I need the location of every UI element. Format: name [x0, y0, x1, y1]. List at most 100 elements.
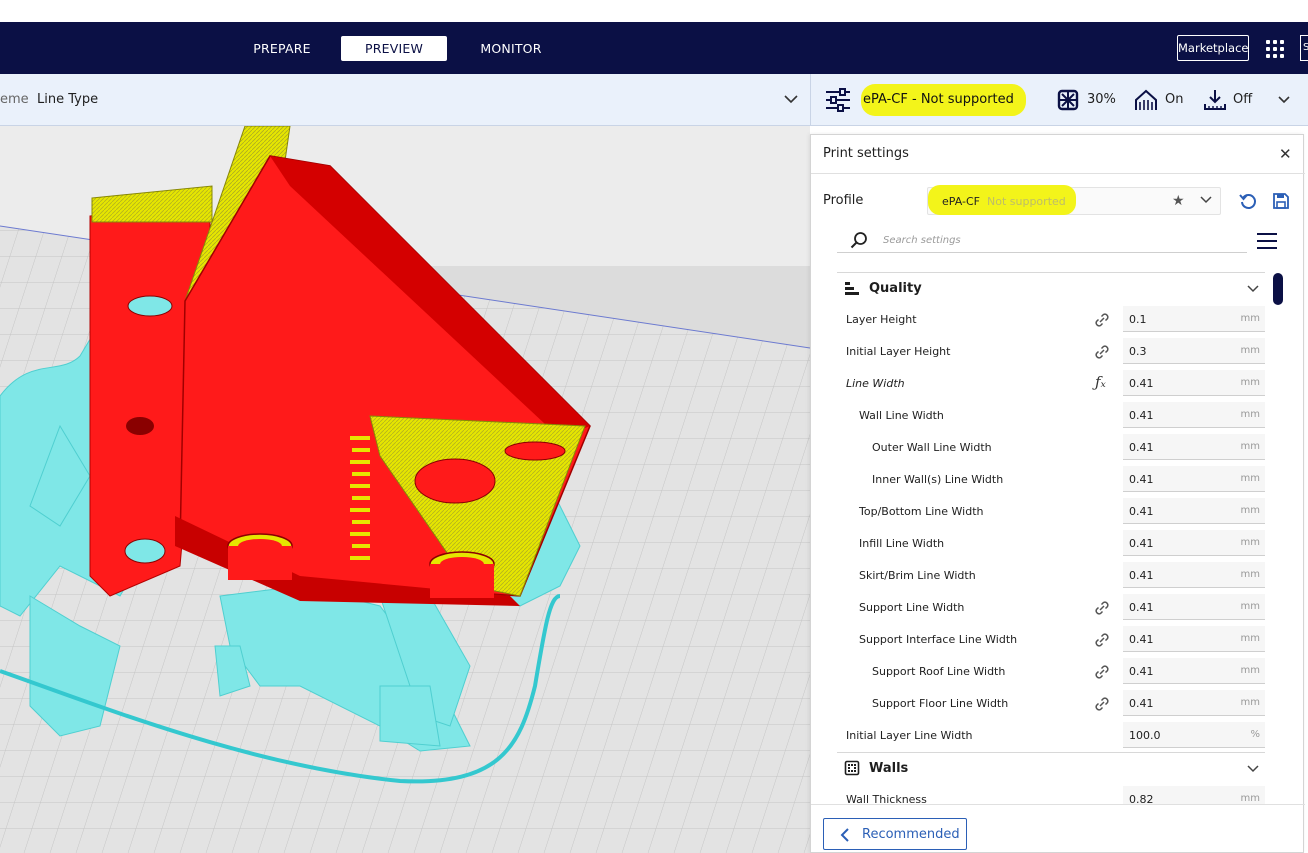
- setting-field[interactable]: 0.41 mm: [1123, 626, 1265, 652]
- setting-unit: mm: [1240, 409, 1260, 420]
- recommended-button[interactable]: Recommended: [823, 818, 967, 850]
- setting-unit: mm: [1240, 601, 1260, 612]
- setting-field[interactable]: 0.1 mm: [1123, 306, 1265, 332]
- star-icon[interactable]: ★: [1172, 193, 1185, 209]
- window-top-strip: [0, 0, 1308, 22]
- chevron-down-icon[interactable]: [1247, 764, 1259, 773]
- infill-value: 30%: [1087, 92, 1116, 107]
- save-icon[interactable]: [1272, 192, 1290, 210]
- link-icon[interactable]: [1093, 631, 1111, 649]
- apps-grid-icon[interactable]: [1265, 39, 1285, 59]
- setting-value: 0.41: [1129, 569, 1154, 582]
- link-icon[interactable]: [1093, 343, 1111, 361]
- search-settings-field[interactable]: Search settings: [837, 227, 1247, 253]
- setting-field[interactable]: 0.82 mm: [1123, 786, 1265, 804]
- print-profile-label[interactable]: ePA-CF - Not supported: [861, 84, 1026, 116]
- setting-label: Layer Height: [846, 313, 917, 326]
- search-input[interactable]: Search settings: [883, 235, 961, 246]
- tab-prepare[interactable]: PREPARE: [241, 36, 323, 61]
- chevron-down-icon[interactable]: [1200, 195, 1212, 205]
- walls-icon: [844, 760, 860, 776]
- setting-field[interactable]: 0.41 mm: [1123, 498, 1265, 524]
- setting-label: Skirt/Brim Line Width: [859, 569, 976, 582]
- category-quality[interactable]: Quality: [837, 272, 1265, 304]
- chevron-down-icon[interactable]: [784, 94, 798, 104]
- setting-label: Support Interface Line Width: [859, 633, 1018, 646]
- stage-header: PREPARE PREVIEW MONITOR Marketplace S: [0, 22, 1308, 74]
- support-value: On: [1165, 92, 1184, 107]
- setting-field[interactable]: 0.41 mm: [1123, 690, 1265, 716]
- sign-in-button[interactable]: S: [1300, 35, 1308, 61]
- chevron-down-icon[interactable]: [1247, 284, 1259, 293]
- color-scheme-bar[interactable]: eme Line Type: [0, 74, 810, 126]
- setting-unit: mm: [1240, 473, 1260, 484]
- link-icon[interactable]: [1093, 695, 1111, 713]
- setting-unit: mm: [1240, 665, 1260, 676]
- setting-field[interactable]: 100.0%: [1123, 722, 1265, 748]
- setting-row: Top/Bottom Line Width 0.41 mm: [837, 496, 1265, 528]
- setting-field[interactable]: 0.41 mm: [1123, 562, 1265, 588]
- profile-dropdown[interactable]: ePA-CF Not supported ★: [927, 185, 1221, 215]
- link-icon[interactable]: [1093, 311, 1111, 329]
- setting-field[interactable]: 0.41 mm: [1123, 466, 1265, 492]
- adhesion-icon: [1204, 90, 1226, 110]
- chevron-left-icon: [840, 828, 849, 842]
- color-scheme-value[interactable]: Line Type: [37, 92, 98, 107]
- setting-field[interactable]: 0.41 mm: [1123, 434, 1265, 460]
- function-icon[interactable]: ƒₓ: [1095, 373, 1106, 391]
- setting-row: Support Roof Line Width 0.41 mm: [837, 656, 1265, 688]
- setting-label: Inner Wall(s) Line Width: [872, 473, 1004, 486]
- setting-label: Wall Thickness: [846, 793, 927, 804]
- setting-value: 0.41: [1129, 473, 1154, 486]
- profile-label: Profile: [823, 193, 864, 208]
- setting-row: Support Interface Line Width 0.41 mm: [837, 624, 1265, 656]
- setting-label: Support Floor Line Width: [872, 697, 1009, 710]
- setting-value: 0.41: [1129, 441, 1154, 454]
- category-label: Walls: [869, 761, 909, 776]
- setting-field[interactable]: 0.41 mm: [1123, 530, 1265, 556]
- tab-preview[interactable]: PREVIEW: [341, 36, 447, 61]
- setting-unit: mm: [1240, 633, 1260, 644]
- setting-row: Infill Line Width 0.41 mm: [837, 528, 1265, 560]
- setting-field[interactable]: 0.41 mm: [1123, 370, 1265, 396]
- setting-row: Skirt/Brim Line Width 0.41 mm: [837, 560, 1265, 592]
- setting-row: Outer Wall Line Width 0.41 mm: [837, 432, 1265, 464]
- setting-field[interactable]: 0.41 mm: [1123, 594, 1265, 620]
- setting-label: Line Width: [846, 377, 905, 390]
- marketplace-button[interactable]: Marketplace: [1177, 35, 1249, 61]
- divider: [811, 804, 1305, 805]
- setting-value: 0.41: [1129, 697, 1154, 710]
- print-settings-panel: Print settings ✕ Profile ePA-CF Not supp…: [810, 134, 1305, 853]
- scrollbar-thumb[interactable]: [1273, 273, 1283, 305]
- setting-unit: mm: [1240, 313, 1260, 324]
- setting-value: 0.41: [1129, 409, 1154, 422]
- link-icon[interactable]: [1093, 663, 1111, 681]
- setting-row: Initial Layer Line Width 100.0%: [837, 720, 1265, 752]
- category-walls[interactable]: Walls: [837, 752, 1265, 784]
- profile-status: Not supported: [987, 195, 1066, 208]
- panel-title: Print settings: [823, 146, 909, 161]
- setting-field[interactable]: 0.3 mm: [1123, 338, 1265, 364]
- tab-monitor[interactable]: MONITOR: [468, 36, 554, 61]
- 3d-viewport[interactable]: [0, 126, 810, 853]
- settings-visibility-menu-icon[interactable]: [1257, 232, 1277, 250]
- settings-list: Quality Layer Height 0.1 mm Initial Layer…: [837, 272, 1265, 804]
- setting-value: 0.41: [1129, 505, 1154, 518]
- link-icon[interactable]: [1093, 599, 1111, 617]
- setting-row: Line Width ƒₓ 0.41 mm: [837, 368, 1265, 400]
- chevron-down-icon[interactable]: [1278, 95, 1290, 104]
- setting-value: 0.41: [1129, 601, 1154, 614]
- reset-icon[interactable]: [1239, 192, 1257, 210]
- setting-unit: mm: [1240, 441, 1260, 452]
- setting-row: Support Line Width 0.41 mm: [837, 592, 1265, 624]
- quality-icon: [845, 282, 859, 295]
- infill-icon: [1057, 89, 1079, 111]
- setting-field[interactable]: 0.41 mm: [1123, 402, 1265, 428]
- setting-label: Wall Line Width: [859, 409, 944, 422]
- setting-value: 100.0: [1129, 729, 1161, 742]
- print-setup-bar[interactable]: ePA-CF - Not supported 30% On Off: [810, 74, 1308, 126]
- setting-unit: mm: [1240, 697, 1260, 708]
- close-icon[interactable]: ✕: [1279, 145, 1292, 163]
- setting-field[interactable]: 0.41 mm: [1123, 658, 1265, 684]
- setting-row: Wall Line Width 0.41 mm: [837, 400, 1265, 432]
